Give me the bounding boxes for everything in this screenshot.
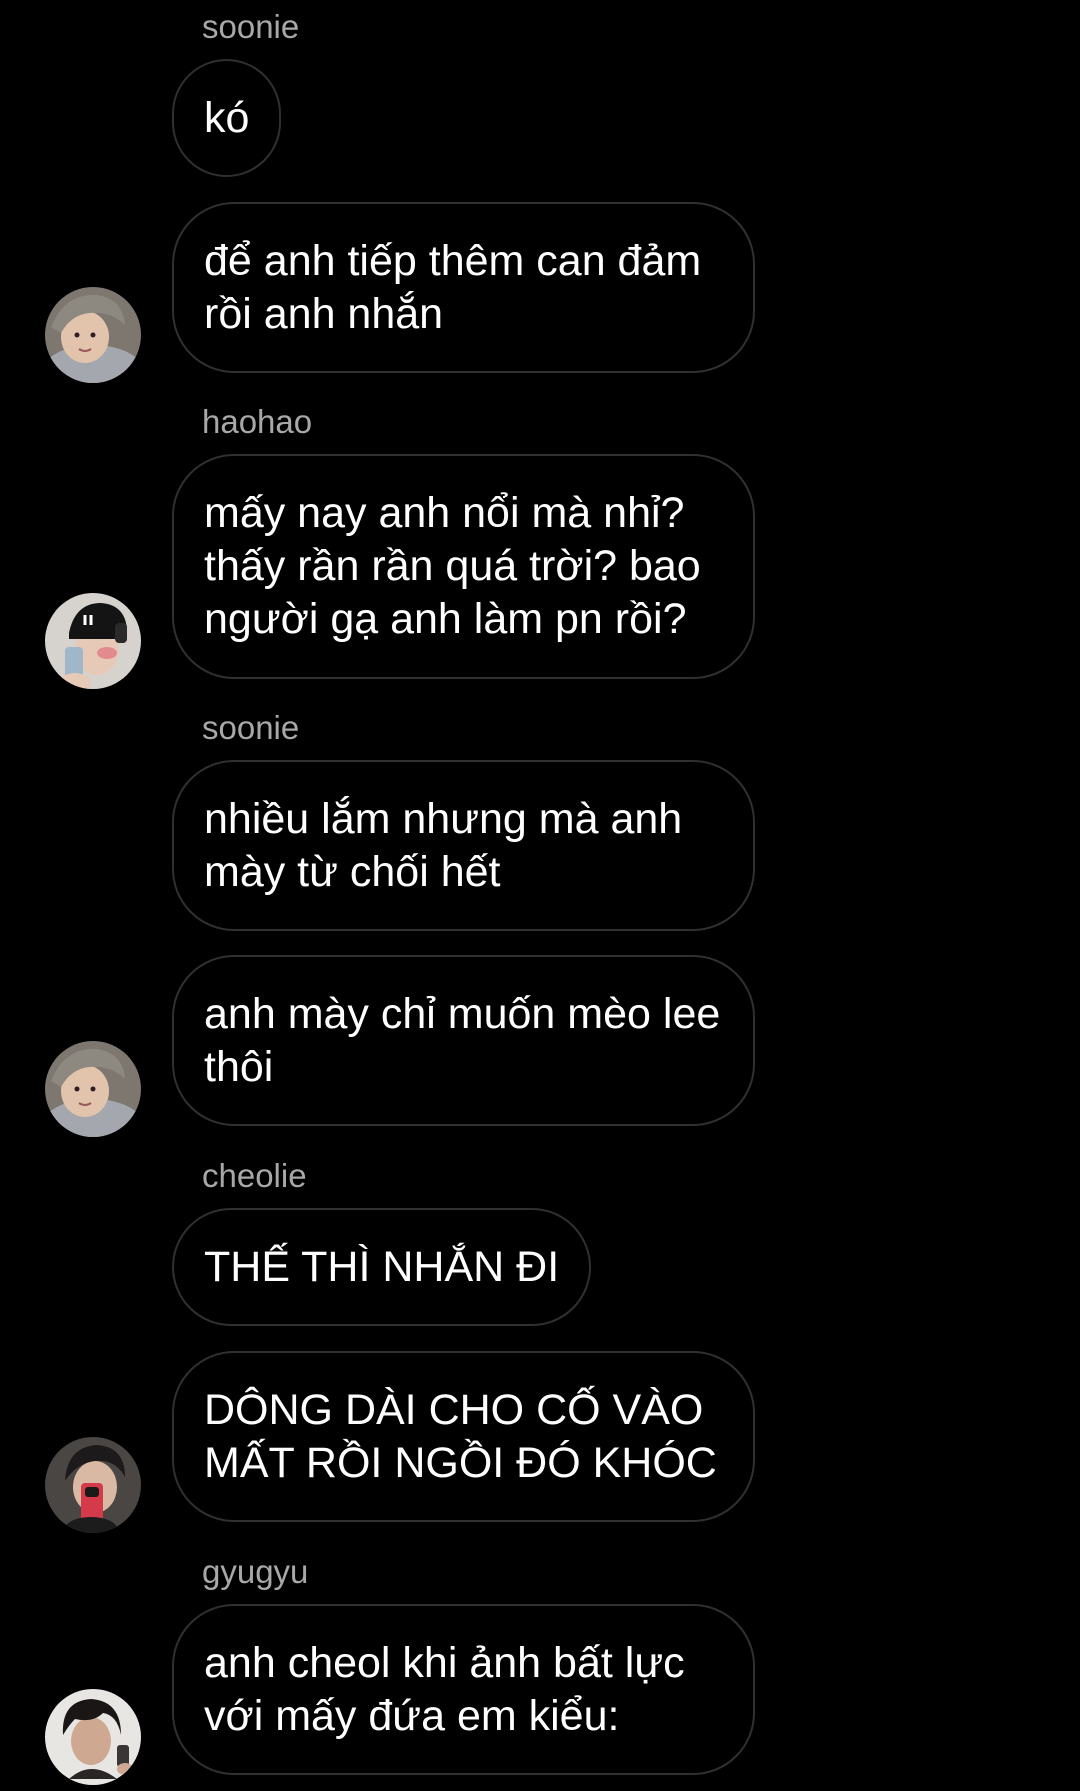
sender-name: cheolie [202, 1157, 307, 1194]
sender-name: gyugyu [202, 1553, 309, 1590]
message-bubble[interactable]: THẾ THÌ NHẮN ĐI [172, 1208, 592, 1326]
message-bubble[interactable]: anh cheol khi ảnh bất lực với mấy đứa em… [172, 1604, 755, 1775]
avatar-soonie-icon[interactable] [45, 1041, 141, 1137]
avatar-gyugyu-icon[interactable] [45, 1689, 141, 1785]
message-bubble[interactable]: DÔNG DÀI CHO CỐ VÀO MẤT RỒI NGỒI ĐÓ KHÓC [172, 1351, 755, 1522]
message-bubble[interactable]: kó [172, 59, 282, 177]
message-text: để anh tiếp thêm can đảm rồi anh nhắn [204, 236, 702, 338]
message-text: nhiều lắm nhưng mà anh mày từ chối hết [204, 794, 683, 896]
message-bubble[interactable]: anh mày chỉ muốn mèo lee thôi [172, 955, 755, 1126]
message-text: DÔNG DÀI CHO CỐ VÀO MẤT RỒI NGỒI ĐÓ KHÓC [204, 1385, 717, 1487]
message-text: mấy nay anh nổi mà nhỉ? thấy rần rần quá… [204, 489, 701, 643]
message-text: anh cheol khi ảnh bất lực với mấy đứa em… [204, 1638, 685, 1740]
sender-name: soonie [202, 8, 300, 45]
sender-name: soonie [202, 709, 300, 746]
message-bubble[interactable]: nhiều lắm nhưng mà anh mày từ chối hết [172, 760, 755, 931]
sender-name: haohao [202, 403, 313, 440]
message-text: anh mày chỉ muốn mèo lee thôi [204, 989, 721, 1091]
message-bubble[interactable]: để anh tiếp thêm can đảm rồi anh nhắn [172, 202, 755, 373]
avatar-soonie-icon[interactable] [45, 287, 141, 383]
avatar-cheolie-icon[interactable] [45, 1437, 141, 1533]
message-text: THẾ THÌ NHẮN ĐI [204, 1242, 560, 1291]
message-bubble[interactable]: mấy nay anh nổi mà nhỉ? thấy rần rần quá… [172, 454, 755, 679]
message-text: kó [204, 93, 250, 142]
avatar-haohao-icon[interactable] [45, 593, 141, 689]
